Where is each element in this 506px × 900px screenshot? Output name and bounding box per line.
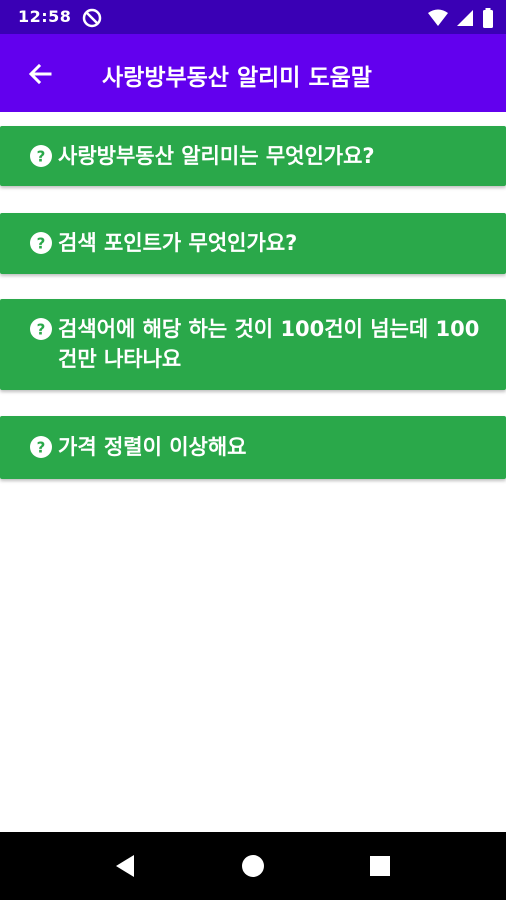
help-circle-icon: ?	[30, 436, 52, 458]
status-time: 12:58	[18, 7, 72, 26]
svg-text:?: ?	[37, 439, 46, 457]
faq-item[interactable]: ? 사랑방부동산 알리미는 무엇인가요?	[0, 126, 506, 186]
faq-item[interactable]: ? 가격 정렬이 이상해요	[0, 416, 506, 479]
back-triangle-icon[interactable]	[110, 850, 142, 882]
battery-icon	[483, 8, 493, 28]
faq-question: 검색 포인트가 무엇인가요?	[58, 231, 298, 255]
svg-text:?: ?	[37, 148, 46, 166]
faq-question: 가격 정렬이 이상해요	[58, 435, 247, 459]
navigation-bar	[0, 832, 506, 900]
do-not-disturb-icon	[82, 8, 102, 28]
help-circle-icon: ?	[30, 232, 52, 254]
help-circle-icon: ?	[30, 145, 52, 167]
recents-square-icon[interactable]	[364, 850, 396, 882]
faq-item[interactable]: ? 검색 포인트가 무엇인가요?	[0, 213, 506, 274]
svg-text:?: ?	[37, 235, 46, 253]
home-circle-icon[interactable]	[237, 850, 269, 882]
wifi-icon	[428, 9, 448, 26]
page-title: 사랑방부동산 알리미 도움말	[102, 65, 372, 91]
app-bar: 사랑방부동산 알리미 도움말	[0, 34, 506, 112]
status-bar: 12:58	[0, 0, 506, 34]
faq-item[interactable]: ? 검색어에 해당 하는 것이 100건이 넘는데 100건만 나타나요	[0, 299, 506, 390]
faq-question: 사랑방부동산 알리미는 무엇인가요?	[58, 144, 375, 168]
svg-text:?: ?	[37, 321, 46, 339]
status-icons	[428, 8, 494, 28]
help-circle-icon: ?	[30, 318, 52, 340]
signal-icon	[457, 10, 473, 26]
arrow-left-icon[interactable]	[24, 58, 56, 90]
faq-question: 검색어에 해당 하는 것이 100건이 넘는데 100건만 나타나요	[58, 317, 480, 371]
